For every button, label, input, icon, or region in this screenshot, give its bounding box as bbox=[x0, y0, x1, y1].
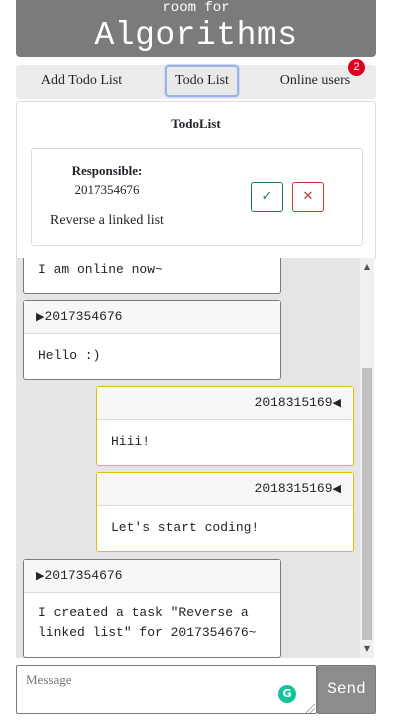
chat-message-own: 2018315169◀ Let's start coding! bbox=[96, 472, 354, 552]
chat-message: ▶2017354676 I created a task "Reverse a … bbox=[23, 559, 281, 658]
reject-task-button[interactable]: ✕ bbox=[292, 182, 324, 212]
room-title: Algorithms bbox=[94, 17, 298, 54]
chat-message-author: 2018315169 bbox=[254, 481, 333, 496]
chat-message-header: 2018315169◀ bbox=[97, 473, 353, 506]
tab-bar: Add Todo List Todo List Online users 2 bbox=[16, 59, 376, 99]
scroll-up-arrow-icon[interactable]: ▲ bbox=[360, 260, 374, 274]
caret-left-icon: ◀ bbox=[332, 482, 341, 495]
chat-message-author: 2018315169 bbox=[254, 395, 333, 410]
chat-message: I am online now~ bbox=[23, 258, 281, 294]
chat-message-header: 2018315169◀ bbox=[97, 387, 353, 420]
room-subtitle: room for bbox=[162, 0, 230, 16]
chat-scrollbar[interactable]: ▲ ▼ bbox=[360, 258, 374, 658]
message-input[interactable] bbox=[16, 665, 317, 714]
chat-message-author: 2017354676 bbox=[44, 568, 123, 583]
accept-task-button[interactable]: ✓ bbox=[251, 182, 283, 212]
chat-message-header: ▶2017354676 bbox=[24, 301, 280, 334]
todo-item-card: Responsible: 2017354676 Reverse a linked… bbox=[31, 148, 363, 246]
todo-task-text: Reverse a linked list bbox=[50, 213, 164, 228]
chat-message-text: Hiii! bbox=[111, 434, 151, 449]
chat-message-text: I created a task "Reverse a linked list"… bbox=[38, 605, 257, 640]
chat-message-text: Let's start coding! bbox=[111, 520, 260, 535]
chat-message-own: 2018315169◀ Hiii! bbox=[96, 386, 354, 466]
chat-message: ▶2017354676 Hello :) bbox=[23, 300, 281, 380]
caret-left-icon: ◀ bbox=[332, 396, 341, 409]
todo-list-panel: TodoList Responsible: 2017354676 Reverse… bbox=[16, 101, 376, 260]
chat-message-author: 2017354676 bbox=[44, 309, 123, 324]
responsible-value: 2017354676 bbox=[74, 182, 140, 197]
close-icon: ✕ bbox=[302, 189, 314, 204]
tab-todo-list[interactable]: Todo List bbox=[165, 65, 239, 97]
todo-list-heading: TodoList bbox=[171, 116, 221, 131]
grammarly-icon[interactable]: G bbox=[278, 685, 296, 703]
check-icon: ✓ bbox=[261, 189, 273, 204]
responsible-label: Responsible: bbox=[71, 163, 143, 178]
scroll-down-arrow-icon[interactable]: ▼ bbox=[360, 642, 374, 656]
textarea-resize-handle[interactable] bbox=[306, 704, 315, 713]
send-button[interactable]: Send bbox=[317, 665, 376, 714]
online-users-count-badge: 2 bbox=[348, 59, 365, 76]
chat-message-header: ▶2017354676 bbox=[24, 560, 280, 593]
chat-message-text: I am online now~ bbox=[38, 262, 163, 277]
chat-message-text: Hello :) bbox=[38, 348, 101, 363]
scrollbar-thumb[interactable] bbox=[362, 368, 372, 640]
tab-add-todo-list[interactable]: Add Todo List bbox=[16, 65, 147, 97]
chat-messages-area[interactable]: I am online now~ ▶2017354676 Hello :) 20… bbox=[16, 258, 360, 658]
room-header: room for Algorithms bbox=[16, 0, 376, 57]
